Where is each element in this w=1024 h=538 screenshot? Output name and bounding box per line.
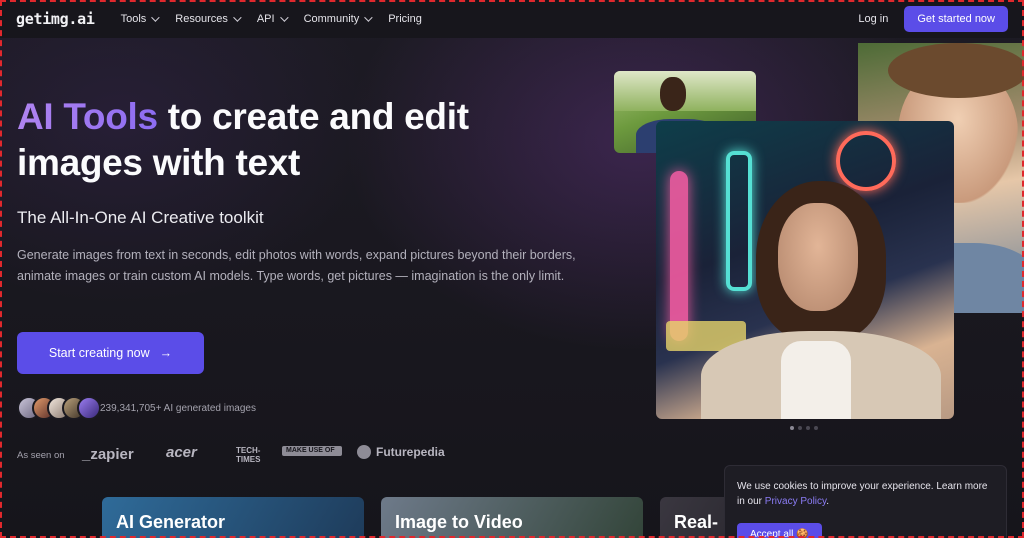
carousel-dot[interactable] bbox=[814, 426, 818, 430]
hero-image-woman-neon bbox=[656, 121, 954, 419]
nav-pricing-label: Pricing bbox=[388, 13, 422, 25]
card-image-to-video[interactable]: Image to Video bbox=[381, 497, 643, 538]
chevron-down-icon bbox=[233, 13, 242, 22]
privacy-policy-link[interactable]: Privacy Policy bbox=[765, 496, 827, 507]
card-ai-generator[interactable]: AI Generator bbox=[102, 497, 364, 538]
brand-zapier: _zapier bbox=[82, 446, 134, 463]
brand-acer: acer bbox=[166, 444, 197, 461]
carousel-dot[interactable] bbox=[790, 426, 794, 430]
nav-api[interactable]: API bbox=[256, 13, 289, 25]
futurepedia-label: Futurepedia bbox=[376, 445, 445, 459]
chevron-down-icon bbox=[364, 13, 373, 22]
start-creating-label: Start creating now bbox=[48, 346, 150, 360]
hero-title: AI Tools to create and edit images with … bbox=[17, 94, 577, 186]
card-real-time-label: Real- bbox=[674, 512, 719, 532]
nav-community[interactable]: Community bbox=[303, 13, 373, 25]
carousel-dot[interactable] bbox=[806, 426, 810, 430]
get-started-button[interactable]: Get started now bbox=[904, 6, 1008, 32]
chevron-down-icon bbox=[151, 13, 160, 22]
nav-resources-label: Resources bbox=[175, 13, 228, 25]
nav-resources[interactable]: Resources bbox=[175, 13, 242, 25]
seen-on-label: As seen on bbox=[17, 450, 65, 461]
carousel-dots bbox=[790, 426, 818, 430]
top-navbar: getimg.ai Tools Resources API Community … bbox=[0, 0, 1024, 38]
nav-tools[interactable]: Tools bbox=[120, 13, 160, 25]
arrow-right-icon: → bbox=[159, 346, 173, 360]
hero-title-accent: AI Tools bbox=[17, 96, 158, 137]
hero-description: Generate images from text in seconds, ed… bbox=[17, 248, 576, 283]
cookie-period: . bbox=[826, 496, 830, 507]
generated-count: 239,341,705+ AI generated images bbox=[100, 403, 256, 414]
user-avatars bbox=[17, 396, 101, 420]
hero-title-rest-2: images with text bbox=[17, 142, 301, 183]
carousel-dot[interactable] bbox=[798, 426, 802, 430]
hero-subtitle: The All-In-One AI Creative toolkit bbox=[17, 208, 264, 227]
nav-api-label: API bbox=[256, 13, 275, 25]
brand-futurepedia: Futurepedia bbox=[357, 445, 445, 459]
chevron-down-icon bbox=[279, 13, 289, 22]
nav-community-label: Community bbox=[303, 13, 360, 25]
cookie-text: We use cookies to improve your experienc… bbox=[737, 479, 994, 509]
start-creating-button[interactable]: Start creating now → bbox=[17, 332, 204, 374]
brand-makeuseof: MAKE USE OF bbox=[282, 446, 342, 456]
card-image-to-video-label: Image to Video bbox=[395, 512, 523, 532]
nav-tools-label: Tools bbox=[120, 13, 147, 25]
avatar bbox=[77, 396, 101, 420]
brand-techtimes: TECH- TIMES bbox=[236, 446, 261, 464]
futurepedia-logo-icon bbox=[357, 445, 371, 459]
nav-pricing[interactable]: Pricing bbox=[388, 13, 422, 25]
card-ai-generator-label: AI Generator bbox=[116, 512, 226, 532]
cookie-banner: We use cookies to improve your experienc… bbox=[724, 465, 1007, 538]
hero-title-rest-1: to create and edit bbox=[157, 96, 469, 137]
logo[interactable]: getimg.ai bbox=[16, 10, 95, 28]
login-link[interactable]: Log in bbox=[858, 13, 888, 25]
accept-all-button[interactable]: Accept all 🍪 bbox=[737, 523, 822, 538]
